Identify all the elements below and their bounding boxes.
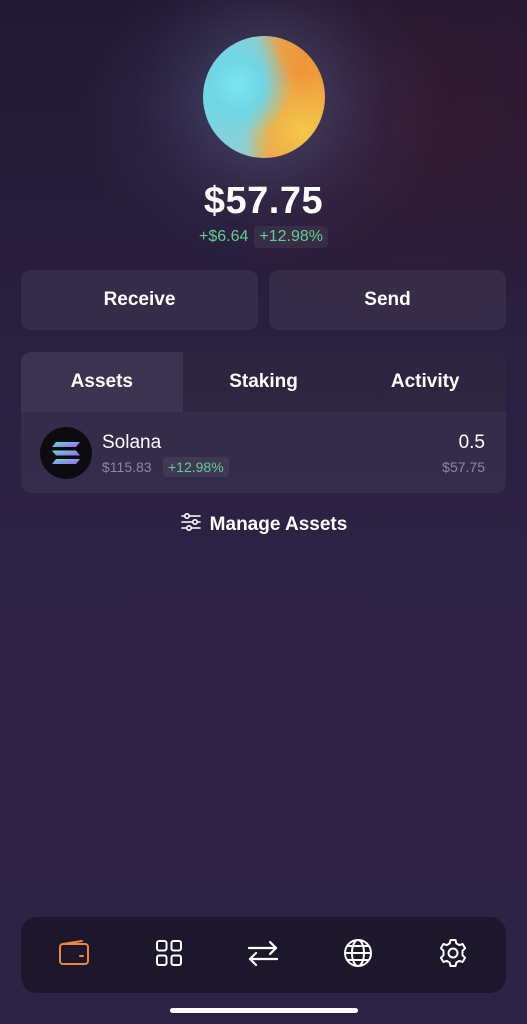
nav-wallet[interactable] — [44, 925, 104, 985]
asset-value: $57.75 — [442, 459, 485, 475]
tab-bar: Assets Staking Activity — [21, 352, 506, 412]
solana-icon — [40, 427, 92, 479]
total-balance: $57.75 — [203, 180, 324, 222]
send-button[interactable]: Send — [269, 270, 506, 330]
grid-icon — [155, 939, 183, 972]
balance-change-row: +$6.64 +12.98% — [0, 226, 527, 248]
tab-activity[interactable]: Activity — [344, 352, 506, 412]
globe-icon — [342, 937, 374, 974]
tab-staking[interactable]: Staking — [182, 352, 345, 412]
sliders-icon — [180, 512, 202, 538]
asset-price: $115.83 — [102, 459, 152, 475]
balance-change-amount: +$6.64 — [199, 228, 249, 245]
wallet-avatar[interactable] — [203, 36, 325, 158]
wallet-icon — [58, 939, 90, 972]
nav-browser[interactable] — [328, 925, 388, 985]
swap-icon — [246, 939, 280, 972]
nav-settings[interactable] — [423, 925, 483, 985]
bottom-nav — [21, 917, 506, 993]
nav-collectibles[interactable] — [139, 925, 199, 985]
manage-assets-button[interactable]: Manage Assets — [0, 512, 527, 538]
gear-icon — [437, 937, 469, 974]
balance-change-percent: +12.98% — [254, 226, 328, 248]
manage-assets-label: Manage Assets — [209, 514, 348, 535]
home-indicator — [170, 1008, 358, 1013]
asset-change: +12.98% — [163, 457, 229, 477]
assets-card: Assets Staking Activity Solana $115.83 +… — [21, 352, 506, 493]
asset-amount: 0.5 — [458, 432, 485, 453]
asset-name: Solana — [102, 432, 162, 453]
wallet-screen: $57.75 +$6.64 +12.98% Receive Send Asset… — [0, 0, 527, 1024]
asset-row-solana[interactable]: Solana $115.83 +12.98% 0.5 $57.75 — [21, 412, 506, 493]
tab-assets[interactable]: Assets — [21, 352, 183, 412]
receive-button[interactable]: Receive — [21, 270, 258, 330]
nav-swap[interactable] — [233, 925, 293, 985]
